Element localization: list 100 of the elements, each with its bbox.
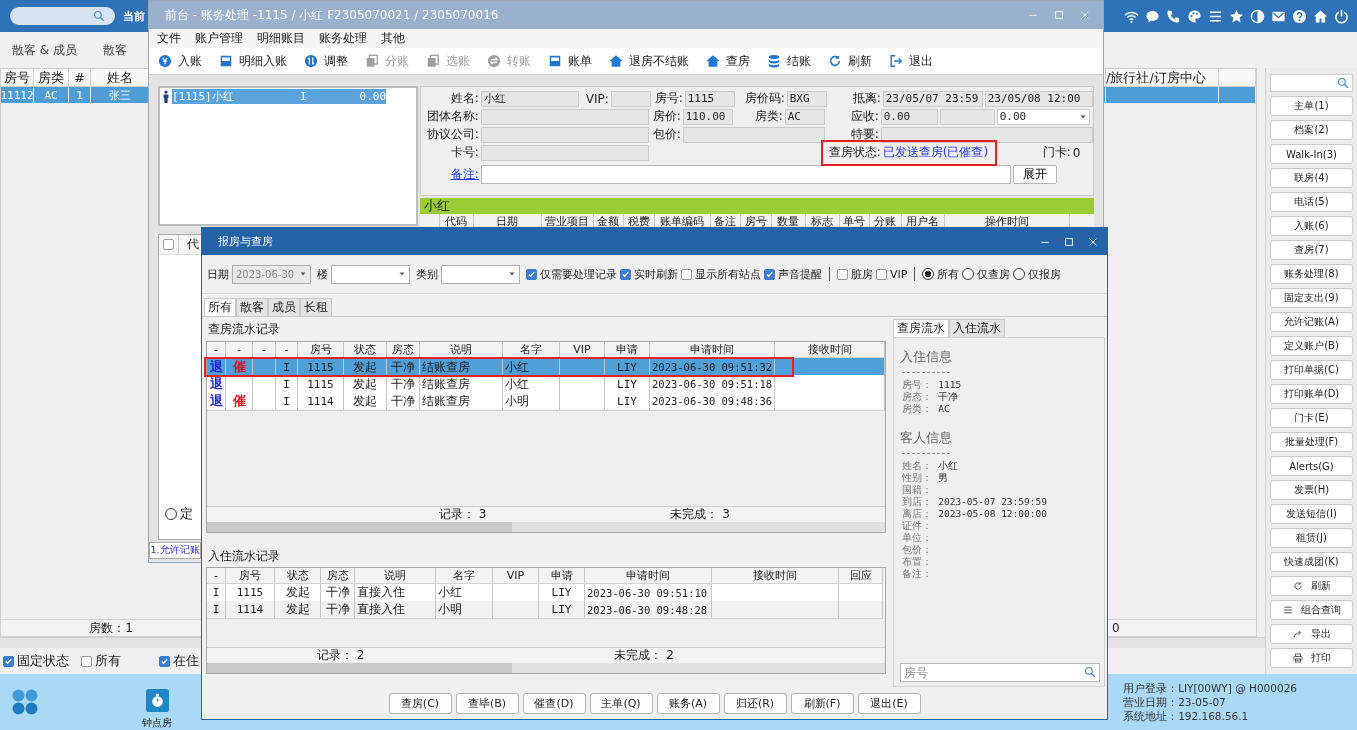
tab[interactable]: 长租 <box>300 298 332 316</box>
search-field[interactable] <box>1270 74 1353 92</box>
sidebar-button[interactable]: 快速成团(K) <box>1270 552 1353 572</box>
column-header[interactable]: 代 <box>179 236 199 253</box>
text-field[interactable]: 0.00 <box>880 108 938 125</box>
dropdown[interactable]: 0.00 <box>996 108 1090 125</box>
menu-item[interactable]: 账户管理 <box>195 30 243 47</box>
sidebar-button[interactable]: 发票(H) <box>1270 480 1353 500</box>
sidebar-button[interactable]: 打印账单(D) <box>1270 384 1353 404</box>
sidebar-button[interactable]: 刷新 <box>1270 576 1353 596</box>
view-tab[interactable]: 散客 & 成员 <box>12 41 77 59</box>
text-field[interactable] <box>610 90 651 107</box>
sidebar-button[interactable]: 发送短信(I) <box>1270 504 1353 524</box>
radio-button[interactable] <box>1013 268 1026 280</box>
toolbar-button[interactable]: 入账 <box>158 52 202 70</box>
text-field[interactable]: 23/05/07 23:59 <box>882 90 983 107</box>
text-field[interactable] <box>880 126 1093 143</box>
table-row[interactable]: I 1114 发起 干净 直接入住 小明 LIY 2023-06-30 09:48:28 <box>207 601 885 618</box>
sidebar-button[interactable]: 档案(2) <box>1270 120 1353 140</box>
tab[interactable]: 成员 <box>268 298 300 316</box>
toolbar-button[interactable]: 刷新 <box>828 52 872 70</box>
tab[interactable]: 散客 <box>236 298 268 316</box>
toolbar-button[interactable]: 调整 <box>304 52 348 70</box>
menu-item[interactable]: 文件 <box>157 30 181 47</box>
sidebar-button[interactable]: 查房(7) <box>1270 240 1353 260</box>
scrollbar[interactable] <box>207 663 885 673</box>
sidebar-button[interactable]: 租赁(J) <box>1270 528 1353 548</box>
sidebar-button[interactable]: 联房(4) <box>1270 168 1353 188</box>
checkbox[interactable] <box>526 268 537 280</box>
checkbox[interactable] <box>837 268 848 280</box>
column-header[interactable]: - <box>226 342 253 358</box>
column-header[interactable]: 房号 <box>298 342 344 358</box>
checkbox[interactable] <box>3 655 14 667</box>
toolbar-button[interactable]: 账单 <box>548 52 592 70</box>
checkbox[interactable] <box>876 268 887 280</box>
menu-item[interactable]: 明细账目 <box>257 30 305 47</box>
tab[interactable]: 查房流水 <box>893 319 950 337</box>
checkbox[interactable] <box>159 655 170 667</box>
toolbar-button[interactable]: 退出 <box>889 52 933 70</box>
radio-button[interactable] <box>962 268 975 280</box>
table-row[interactable]: I 1115 发起 干净 直接入住 小红 LIY 2023-06-30 09:51:10 <box>207 584 885 601</box>
tab[interactable]: 1.允许记账 <box>149 542 201 559</box>
sidebar-button[interactable]: 导出 <box>1270 624 1353 644</box>
sidebar-button[interactable]: 账务处理(8) <box>1270 264 1353 284</box>
text-field[interactable] <box>939 108 995 125</box>
toolbar-button[interactable]: 查房 <box>706 52 750 70</box>
text-field[interactable] <box>480 108 649 125</box>
text-field[interactable] <box>682 126 825 143</box>
action-button[interactable]: 查房(C) <box>388 692 452 714</box>
sidebar-button[interactable]: Alerts(G) <box>1270 456 1353 476</box>
checkbox[interactable] <box>163 239 174 250</box>
notes-field[interactable] <box>480 164 1011 184</box>
text-field[interactable]: 23/05/08 12:00 <box>984 90 1093 107</box>
text-field[interactable]: 1115 <box>684 90 735 107</box>
search-field[interactable] <box>10 7 115 25</box>
column-header[interactable]: 说明 <box>420 342 503 358</box>
text-field[interactable] <box>480 144 649 161</box>
column-header[interactable]: 状态 <box>344 342 387 358</box>
menu-item[interactable]: 账务处理 <box>319 30 367 47</box>
toolbar-button[interactable]: 明细入账 <box>219 52 287 70</box>
dock-button[interactable]: 钟点房 <box>142 688 172 730</box>
sidebar-button[interactable]: 定义账户(B) <box>1270 336 1353 356</box>
sidebar-button[interactable]: 批量处理(F) <box>1270 432 1353 452</box>
column-header[interactable]: - <box>253 342 276 358</box>
action-button[interactable]: 查毕(B) <box>455 692 519 714</box>
column-header[interactable]: VIP <box>560 342 605 358</box>
sidebar-button[interactable]: 允许记账(A) <box>1270 312 1353 332</box>
tab[interactable]: 入住流水 <box>949 319 1006 337</box>
search-field[interactable]: 房号 <box>900 663 1100 682</box>
column-header[interactable]: - <box>207 342 226 358</box>
scrollbar[interactable] <box>207 522 885 532</box>
checkbox[interactable] <box>681 268 692 280</box>
sidebar-button[interactable]: 门卡(E) <box>1270 408 1353 428</box>
table-row[interactable]: 退 催 I 1115 发起 干净 结账查房 小红 LIY 2023-06-30 09:51:32 <box>207 358 885 375</box>
text-field[interactable] <box>480 126 649 143</box>
text-field[interactable]: 小红 <box>480 90 579 107</box>
table-cell[interactable] <box>1106 87 1219 104</box>
action-button[interactable]: 刷新(F) <box>790 692 854 714</box>
view-tab[interactable]: 散客 <box>103 41 127 59</box>
expand-button[interactable]: 展开 <box>1012 164 1057 184</box>
action-button[interactable]: 退出(E) <box>857 692 921 714</box>
column-header[interactable]: 申请 <box>605 342 650 358</box>
menu-item[interactable]: 其他 <box>381 30 405 47</box>
column-header[interactable]: 申请时间 <box>650 342 775 358</box>
toolbar-button[interactable]: 退房不结账 <box>609 52 689 70</box>
table-row[interactable]: 退 催 I 1114 发起 干净 结账查房 小明 LIY 2023-06-30 09:48:36 <box>207 392 885 409</box>
checkbox[interactable] <box>764 268 775 280</box>
radio-button[interactable] <box>165 508 177 520</box>
sidebar-button[interactable]: 打印单据(C) <box>1270 360 1353 380</box>
sidebar-button[interactable]: 主单(1) <box>1270 96 1353 116</box>
radio-button[interactable] <box>922 268 935 280</box>
text-field[interactable]: 110.00 <box>682 108 733 125</box>
action-button[interactable]: 主单(Q) <box>589 692 653 714</box>
sidebar-button[interactable]: 固定支出(9) <box>1270 288 1353 308</box>
dropdown[interactable] <box>441 264 520 284</box>
action-button[interactable]: 催查(D) <box>522 692 586 714</box>
text-field[interactable]: AC <box>784 108 825 125</box>
sidebar-button[interactable]: 组合查询 <box>1270 600 1353 620</box>
table-cell[interactable] <box>1219 87 1256 104</box>
action-button[interactable]: 账务(A) <box>656 692 720 714</box>
